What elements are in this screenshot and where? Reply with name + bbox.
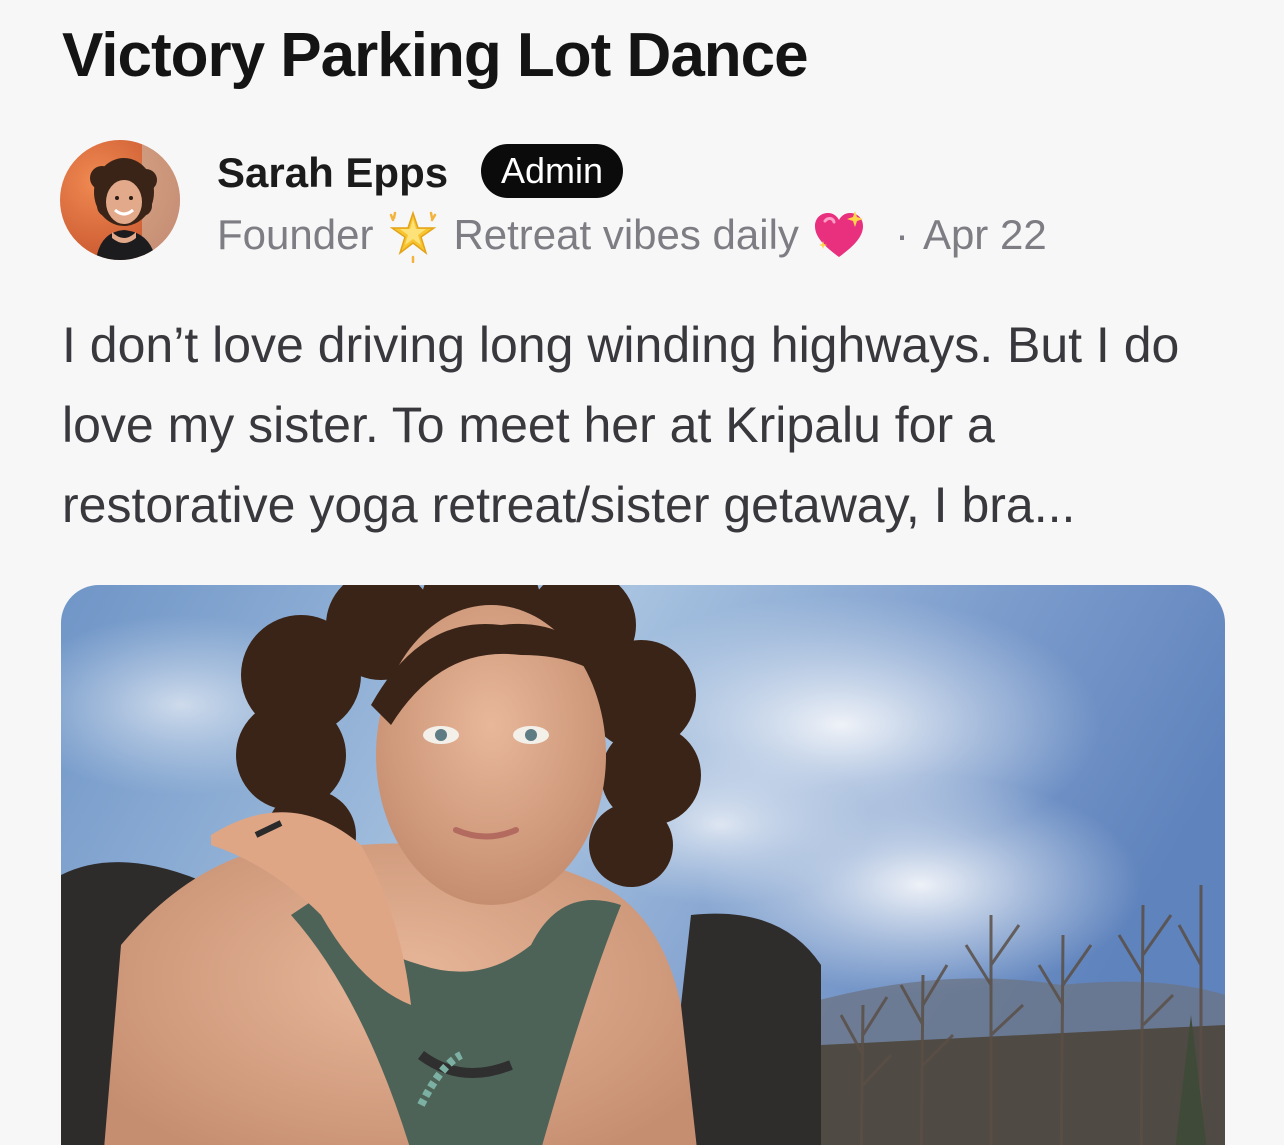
post-photo[interactable] xyxy=(61,585,1225,1145)
post-title[interactable]: Victory Parking Lot Dance xyxy=(62,20,809,92)
meta-separator: · xyxy=(894,211,909,258)
author-name[interactable]: Sarah Epps xyxy=(217,148,448,198)
post-date: Apr 22 xyxy=(922,211,1047,258)
author-tagline: Retreat vibes daily xyxy=(453,211,799,258)
sparkling-heart-icon xyxy=(811,207,867,263)
post-excerpt[interactable]: I don’t love driving long winding highwa… xyxy=(62,305,1232,545)
admin-badge: Admin xyxy=(481,144,624,198)
sparkle-star-icon xyxy=(385,207,441,264)
avatar[interactable] xyxy=(60,140,180,260)
author-role: Founder xyxy=(217,211,374,258)
author-meta: Founder Retreat vibes daily · Apr 22 xyxy=(217,207,1047,264)
author-row: Sarah Epps Admin Founder Retreat vibes d… xyxy=(60,140,1240,265)
post-page: Victory Parking Lot Dance Sarah Epps Adm… xyxy=(0,0,1284,1145)
